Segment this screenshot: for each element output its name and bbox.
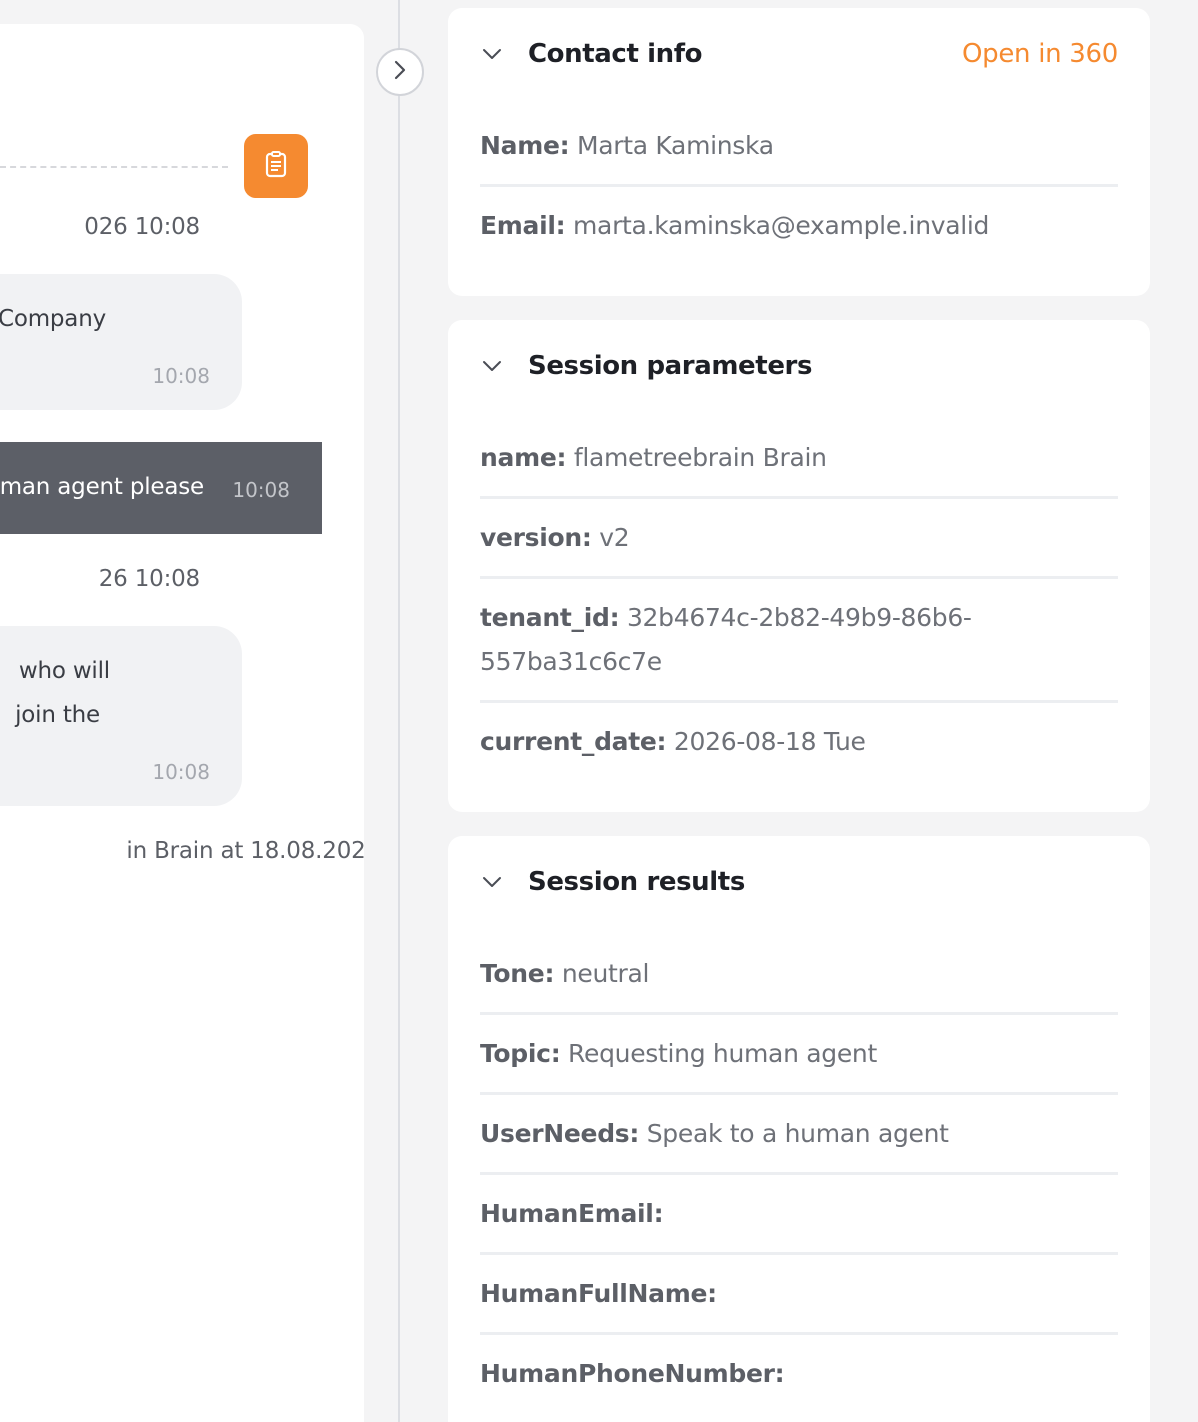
row-divider bbox=[480, 1012, 1118, 1015]
open-in-360-link[interactable]: Open in 360 bbox=[962, 39, 1118, 69]
message-bubble-incoming: who will join the 10:08 bbox=[0, 626, 242, 806]
system-event: in Brain at 18.08.2026 bbox=[126, 838, 364, 864]
row-divider bbox=[480, 1092, 1118, 1095]
session-results-header[interactable]: Session results bbox=[480, 862, 1118, 902]
field-label: Tone: bbox=[480, 959, 555, 988]
result-tone-row: Tone: neutral bbox=[480, 952, 1118, 996]
field-label: Email: bbox=[480, 211, 566, 240]
row-divider bbox=[480, 496, 1118, 499]
field-value: Speak to a human agent bbox=[646, 1119, 949, 1148]
field-label: name: bbox=[480, 443, 567, 472]
message-time: 10:08 bbox=[232, 478, 290, 502]
contact-email-row: Email: marta.kaminska@example.invalid bbox=[480, 204, 1118, 248]
field-label: version: bbox=[480, 523, 592, 552]
param-version-row: version: v2 bbox=[480, 516, 1118, 560]
session-parameters-header[interactable]: Session parameters bbox=[480, 346, 1118, 386]
message-time: 10:08 bbox=[152, 364, 210, 388]
session-results-card: Session results Tone: neutral Topic: Req… bbox=[448, 836, 1150, 1422]
contact-name-row: Name: Marta Kaminska bbox=[480, 124, 1118, 168]
param-name-row: name: flametreebrain Brain bbox=[480, 436, 1118, 480]
row-divider bbox=[480, 1332, 1118, 1335]
toggle-panel-button[interactable] bbox=[376, 48, 424, 96]
card-title: Session results bbox=[528, 867, 745, 897]
field-value: Marta Kaminska bbox=[576, 131, 774, 160]
message-text: who will bbox=[18, 658, 110, 684]
field-label: HumanPhoneNumber: bbox=[480, 1359, 785, 1388]
field-label: HumanFullName: bbox=[480, 1279, 717, 1308]
notes-separator bbox=[0, 166, 228, 168]
field-value: marta.kaminska@example.invalid bbox=[573, 211, 990, 240]
field-label: current_date: bbox=[480, 727, 667, 756]
field-label: UserNeeds: bbox=[480, 1119, 640, 1148]
system-timestamp: 26 10:08 bbox=[98, 566, 200, 592]
field-value: flametreebrain Brain bbox=[573, 443, 827, 472]
field-value: 2026-08-18 Tue bbox=[673, 727, 866, 756]
row-divider bbox=[480, 700, 1118, 703]
field-label: Topic: bbox=[480, 1039, 561, 1068]
field-label: HumanEmail: bbox=[480, 1199, 664, 1228]
result-humanphone-row: HumanPhoneNumber: bbox=[480, 1352, 1118, 1396]
result-userneeds-row: UserNeeds: Speak to a human agent bbox=[480, 1112, 1118, 1156]
chevron-down-icon[interactable] bbox=[480, 354, 504, 378]
session-parameters-card: Session parameters name: flametreebrain … bbox=[448, 320, 1150, 812]
param-tenant-row: tenant_id: 32b4674c-2b82-49b9-86b6- 557b… bbox=[480, 596, 1118, 684]
chevron-right-icon bbox=[390, 58, 410, 86]
field-value: v2 bbox=[599, 523, 630, 552]
system-timestamp: 026 10:08 bbox=[84, 214, 200, 240]
message-bubble-incoming: Company 10:08 bbox=[0, 274, 242, 410]
message-text: join the bbox=[15, 702, 100, 728]
param-date-row: current_date: 2026-08-18 Tue bbox=[480, 720, 1118, 764]
clipboard-icon bbox=[261, 149, 291, 183]
field-value: 557ba31c6c7e bbox=[480, 647, 662, 676]
card-title: Contact info bbox=[528, 39, 703, 69]
card-title: Session parameters bbox=[528, 351, 813, 381]
contact-info-header[interactable]: Contact info Open in 360 bbox=[480, 34, 1118, 74]
contact-info-card: Contact info Open in 360 Name: Marta Kam… bbox=[448, 8, 1150, 296]
result-topic-row: Topic: Requesting human agent bbox=[480, 1032, 1118, 1076]
chat-panel: 026 10:08 Company 10:08 man agent please… bbox=[0, 24, 364, 1422]
field-value: neutral bbox=[561, 959, 650, 988]
panel-divider[interactable] bbox=[398, 0, 400, 1422]
field-label: tenant_id: bbox=[480, 603, 620, 632]
message-text: man agent please bbox=[0, 474, 204, 500]
result-humanfullname-row: HumanFullName: bbox=[480, 1272, 1118, 1316]
row-divider bbox=[480, 184, 1118, 187]
chevron-down-icon[interactable] bbox=[480, 870, 504, 894]
row-divider bbox=[480, 1252, 1118, 1255]
field-value: Requesting human agent bbox=[568, 1039, 877, 1068]
message-text: Company bbox=[0, 306, 106, 332]
message-time: 10:08 bbox=[152, 760, 210, 784]
field-label: Name: bbox=[480, 131, 570, 160]
chevron-down-icon[interactable] bbox=[480, 42, 504, 66]
row-divider bbox=[480, 576, 1118, 579]
field-value: 32b4674c-2b82-49b9-86b6- bbox=[626, 603, 972, 632]
notes-button[interactable] bbox=[244, 134, 308, 198]
row-divider bbox=[480, 1172, 1118, 1175]
message-bubble-outgoing: man agent please 10:08 bbox=[0, 442, 322, 534]
result-humanemail-row: HumanEmail: bbox=[480, 1192, 1118, 1236]
